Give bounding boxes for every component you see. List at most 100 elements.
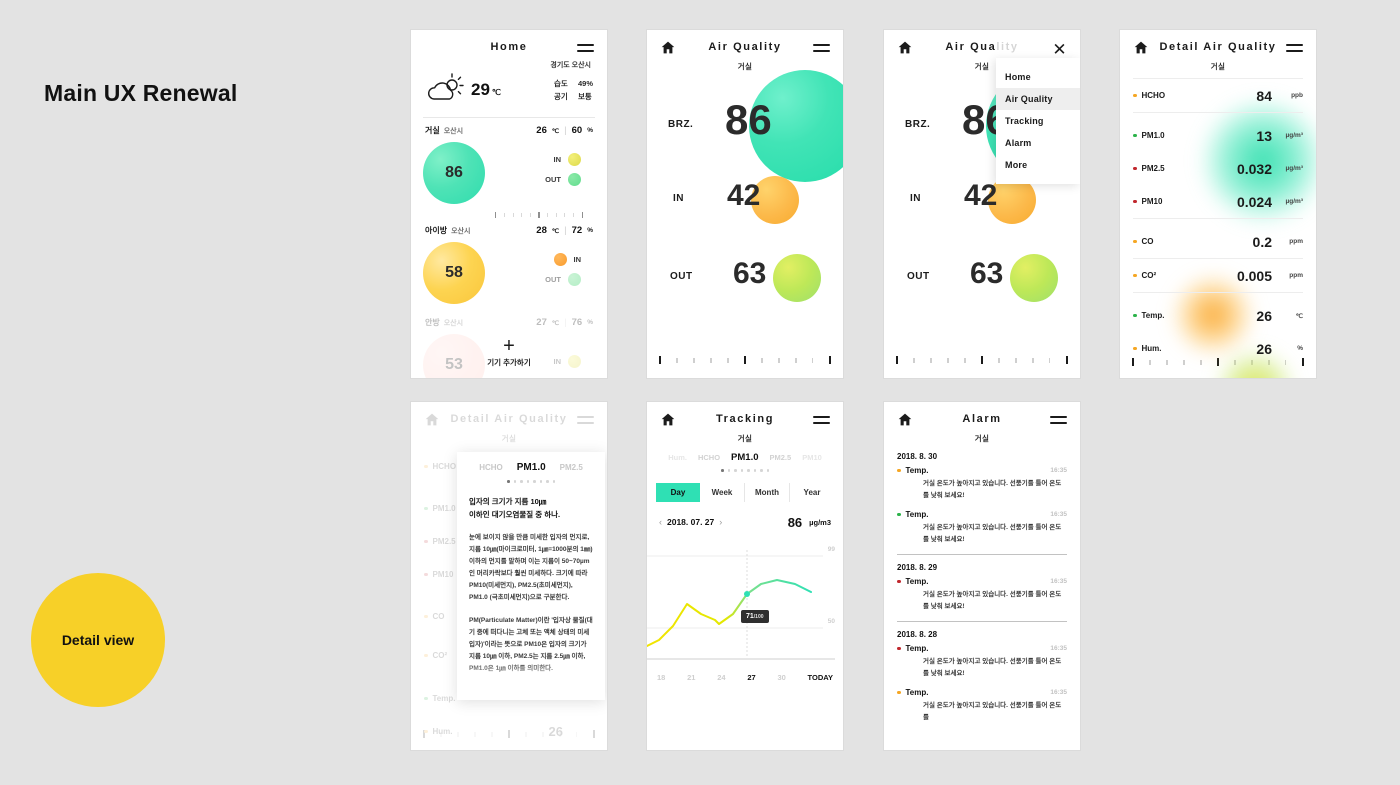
metric-tab-hum[interactable]: Hum. xyxy=(668,453,687,462)
home-icon[interactable] xyxy=(1134,41,1148,54)
in-value: 42 xyxy=(727,179,761,212)
brz-label: BRZ. xyxy=(668,119,694,130)
home-icon[interactable] xyxy=(661,41,675,54)
measurement-row-hum[interactable]: Hum. 26 % xyxy=(1120,332,1316,365)
alarm-item-head: Temp. 16:35 xyxy=(897,510,1067,519)
scroll-ticks[interactable] xyxy=(425,210,593,218)
popup-page-dots[interactable] xyxy=(469,480,593,483)
chevron-left-icon[interactable]: ‹ xyxy=(659,517,662,527)
xtick-24: 24 xyxy=(717,672,726,682)
detail-header: Detail Air Quality xyxy=(411,402,607,436)
metric-tab-pm10[interactable]: PM10 xyxy=(802,453,822,462)
status-dot xyxy=(1133,133,1137,138)
popup-tab-pm25[interactable]: PM2.5 xyxy=(560,463,583,472)
region-label: 경기도 오산시 xyxy=(550,60,591,70)
measure-value: 0.2 xyxy=(1252,233,1272,250)
tracking-unit: µg/m3 xyxy=(809,517,831,527)
page-title: Main UX Renewal xyxy=(44,80,238,106)
measurement-row-hcho[interactable]: HCHO 84 ppb xyxy=(1120,79,1316,112)
measurement-row-pm10x[interactable]: PM1.0 13 µg/m³ xyxy=(1120,119,1316,152)
chevron-right-icon[interactable]: › xyxy=(719,517,722,527)
home-icon[interactable] xyxy=(898,41,912,54)
value-divider: | xyxy=(564,317,567,328)
poster-canvas: Main UX Renewal Detail view Home 경기도 오산시… xyxy=(0,0,1400,785)
close-icon[interactable]: ✕ xyxy=(1051,41,1068,59)
device-out-row: OUT xyxy=(545,173,581,186)
measurement-row-pm10[interactable]: PM10 0.024 µg/m³ xyxy=(1120,185,1316,218)
device-card-kidsroom[interactable]: 아이방 오산시 28 ℃ | 72% 58 IN OUT xyxy=(411,218,607,310)
menu-item-more[interactable]: More xyxy=(996,154,1080,176)
scroll-indicator[interactable] xyxy=(647,356,843,364)
device-score-bubble[interactable]: 58 xyxy=(423,242,485,304)
period-week[interactable]: Week xyxy=(700,482,745,502)
device-name: 안방 xyxy=(425,318,440,327)
alarm-item[interactable]: Temp. 16:35 거실 온도가 높아지고 있습니다. 선풍기를 틀어 온도… xyxy=(884,510,1080,554)
metric-tab-hcho[interactable]: HCHO xyxy=(698,453,720,462)
add-device-button[interactable]: + 기기 추가하기 xyxy=(411,336,607,368)
status-dot xyxy=(1133,273,1137,278)
period-selector: Day Week Month Year xyxy=(656,482,834,502)
menu-item-tracking[interactable]: Tracking xyxy=(996,110,1080,132)
detail-air-quality-screen: Detail Air Quality 거실 HCHO 84 ppb PM1.0 … xyxy=(1120,30,1316,378)
xtick-21: 21 xyxy=(687,672,696,682)
device-in-label: IN xyxy=(553,155,562,164)
in-label: IN xyxy=(673,193,684,204)
period-year[interactable]: Year xyxy=(790,483,834,502)
detail-view-badge: Detail view xyxy=(31,573,165,707)
home-icon[interactable] xyxy=(425,413,439,426)
home-header: Home xyxy=(411,30,607,64)
device-name: 아이방 xyxy=(425,226,448,235)
alarm-name: Temp. xyxy=(905,688,929,698)
page-title-alarm: Alarm xyxy=(962,413,1002,425)
home-icon[interactable] xyxy=(661,413,675,426)
alarm-item[interactable]: Temp. 16:35 거실 온도가 높아지고 있습니다. 선풍기를 틀어 온도… xyxy=(884,466,1080,510)
tracking-header: Tracking xyxy=(647,402,843,436)
metric-tab-pm10x[interactable]: PM1.0 xyxy=(731,452,758,463)
metric-page-dots[interactable] xyxy=(647,469,843,472)
alarm-item[interactable]: Temp. 16:35 거실 온도가 높아지고 있습니다. 선풍기를 틀어 온도… xyxy=(884,644,1080,688)
out-bubble[interactable] xyxy=(1010,254,1058,302)
metric-tab-pm25[interactable]: PM2.5 xyxy=(770,453,792,462)
menu-item-alarm[interactable]: Alarm xyxy=(996,132,1080,154)
period-day[interactable]: Day xyxy=(656,482,700,502)
popup-tab-pm10x[interactable]: PM1.0 xyxy=(517,462,546,473)
hamburger-icon[interactable] xyxy=(1050,416,1067,425)
measurement-row-pm25[interactable]: PM2.5 0.032 µg/m³ xyxy=(1120,152,1316,185)
alarm-message: 거실 온도가 높아지고 있습니다. 선풍기를 틀어 온도를 낮춰 보세요! xyxy=(923,524,1062,544)
status-dot xyxy=(897,512,901,517)
divider xyxy=(897,554,1067,556)
popup-tab-hcho[interactable]: HCHO xyxy=(479,463,503,472)
device-location: 오산시 xyxy=(443,320,464,327)
bg-row-hum: Hum. 26 xyxy=(411,715,607,748)
hamburger-icon[interactable] xyxy=(1286,44,1303,53)
measurement-row-co[interactable]: CO 0.2 ppm xyxy=(1120,225,1316,258)
hamburger-icon[interactable] xyxy=(577,416,594,425)
menu-item-air-quality[interactable]: Air Quality xyxy=(996,88,1080,110)
measurement-row-temp[interactable]: Temp. 26 ℃ xyxy=(1120,299,1316,332)
scroll-indicator[interactable] xyxy=(884,356,1080,364)
period-month[interactable]: Month xyxy=(745,482,790,502)
hamburger-icon[interactable] xyxy=(813,44,830,53)
status-dot xyxy=(1133,166,1137,171)
hamburger-icon[interactable] xyxy=(813,416,830,425)
home-icon[interactable] xyxy=(898,413,912,426)
hamburger-icon[interactable] xyxy=(577,44,594,53)
alarm-item[interactable]: Temp. 16:35 거실 온도가 높아지고 있습니다. 선풍기를 틀어 온도… xyxy=(884,688,1080,732)
measure-value: 0.032 xyxy=(1236,160,1272,177)
xtick-today[interactable]: TODAY xyxy=(808,673,833,682)
out-bubble[interactable] xyxy=(773,254,821,302)
device-hum-unit: % xyxy=(587,227,593,234)
measurement-row-co2[interactable]: CO² 0.005 ppm xyxy=(1120,259,1316,292)
tracking-chart[interactable]: 99 50 71/100 xyxy=(647,542,843,670)
device-location: 오산시 xyxy=(443,128,464,135)
device-score-bubble[interactable]: 86 xyxy=(423,142,485,204)
page-title-home: Home xyxy=(490,41,528,53)
alarm-message: 거실 온도가 높아지고 있습니다. 선풍기를 틀어 온도를 낮춰 보세요! xyxy=(923,480,1062,500)
measure-unit: ppm xyxy=(1289,238,1303,245)
device-hum: 60 xyxy=(571,125,583,136)
alarm-name: Temp. xyxy=(905,644,929,654)
device-header: 아이방 오산시 28 ℃ | 72% xyxy=(425,225,593,236)
alarm-item[interactable]: Temp. 16:35 거실 온도가 높아지고 있습니다. 선풍기를 틀어 온도… xyxy=(884,577,1080,621)
menu-item-home[interactable]: Home xyxy=(996,66,1080,88)
device-card-livingroom[interactable]: 거실 오산시 26 ℃ | 60% 86 IN OUT xyxy=(411,118,607,218)
